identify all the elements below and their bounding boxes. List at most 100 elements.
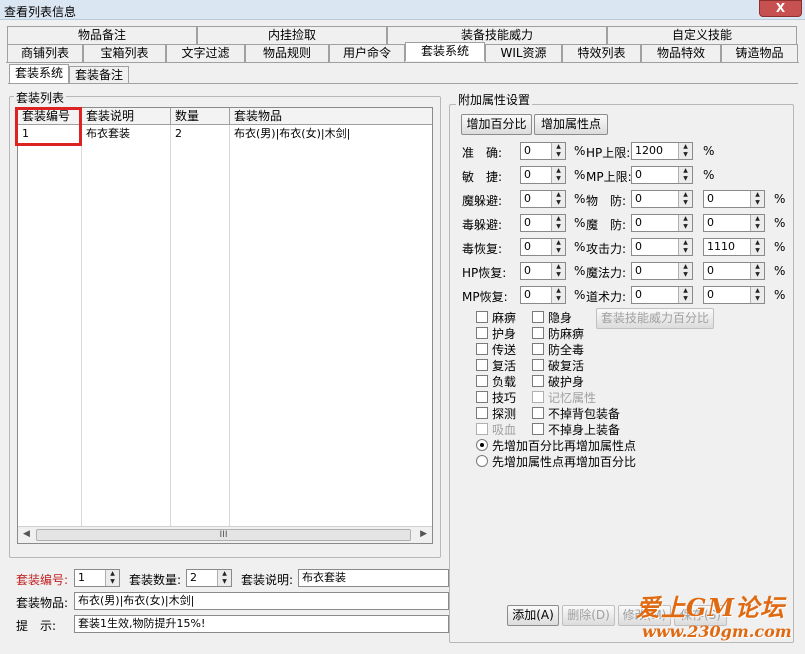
spinner-arrows-icon[interactable]: ▲ ▼ bbox=[678, 287, 692, 303]
checkbox-shield[interactable] bbox=[476, 327, 488, 339]
modify-button[interactable]: 修改(M) bbox=[618, 605, 671, 626]
set-list-table[interactable]: 套装编号 套装说明 数量 套装物品 1 布衣套装 2 布衣(男)|布衣(女)|木… bbox=[17, 107, 433, 544]
spinner-arrows-icon[interactable]: ▲ ▼ bbox=[750, 215, 764, 231]
checkbox-detect[interactable] bbox=[476, 407, 488, 419]
phys-def-min-spinner[interactable]: 0 ▲ ▼ bbox=[631, 190, 693, 208]
tab-forge-items[interactable]: 铸造物品 bbox=[721, 44, 798, 62]
spinner-arrows-icon[interactable]: ▲ ▼ bbox=[750, 263, 764, 279]
column-header-set-desc[interactable]: 套装说明 bbox=[82, 108, 171, 125]
spinner-arrows-icon[interactable]: ▲ ▼ bbox=[678, 143, 692, 159]
checkbox-break-shield[interactable] bbox=[532, 375, 544, 387]
phys-def-max-spinner[interactable]: 0 ▲ ▼ bbox=[703, 190, 765, 208]
checkbox-memory[interactable] bbox=[532, 391, 544, 403]
checkbox-keep-bag[interactable] bbox=[532, 407, 544, 419]
tab-word-filter[interactable]: 文字过滤 bbox=[166, 44, 245, 62]
set-id-spinner[interactable]: 1 ▲ ▼ bbox=[74, 569, 120, 587]
magic-def-max-spinner[interactable]: 0 ▲ ▼ bbox=[703, 214, 765, 232]
close-button[interactable]: X bbox=[759, 0, 802, 17]
agility-spinner[interactable]: 0 ▲ ▼ bbox=[520, 166, 566, 184]
spinner-arrows-icon[interactable]: ▲ ▼ bbox=[678, 167, 692, 183]
subtab-set-notes[interactable]: 套装备注 bbox=[69, 66, 129, 83]
horizontal-scrollbar[interactable]: ◀ III ▶ bbox=[18, 526, 432, 543]
column-header-count[interactable]: 数量 bbox=[171, 108, 230, 125]
table-cell-set-items[interactable]: 布衣(男)|布衣(女)|木剑| bbox=[230, 126, 430, 142]
delete-button[interactable]: 删除(D) bbox=[562, 605, 615, 626]
checkbox-paralyze[interactable] bbox=[476, 311, 488, 323]
subtab-set-system[interactable]: 套装系统 bbox=[9, 64, 69, 83]
radio-points-first[interactable] bbox=[476, 455, 488, 467]
attack-min-spinner[interactable]: 0 ▲ ▼ bbox=[631, 238, 693, 256]
spinner-arrows-icon[interactable]: ▲ ▼ bbox=[551, 239, 565, 255]
spinner-arrows-icon[interactable]: ▲ ▼ bbox=[678, 191, 692, 207]
spinner-arrows-icon[interactable]: ▲ ▼ bbox=[750, 191, 764, 207]
set-items-input[interactable]: 布衣(男)|布衣(女)|木剑| bbox=[74, 592, 449, 610]
tab-set-system[interactable]: 套装系统 bbox=[405, 42, 485, 61]
spinner-arrows-icon[interactable]: ▲ ▼ bbox=[551, 143, 565, 159]
checkbox-skill[interactable] bbox=[476, 391, 488, 403]
checkbox-teleport[interactable] bbox=[476, 343, 488, 355]
checkbox-load[interactable] bbox=[476, 375, 488, 387]
magic-power-max-spinner[interactable]: 0 ▲ ▼ bbox=[703, 262, 765, 280]
table-cell-set-desc[interactable]: 布衣套装 bbox=[82, 126, 170, 142]
spinner-arrows-icon[interactable]: ▲ ▼ bbox=[551, 287, 565, 303]
poison-recover-spinner[interactable]: 0 ▲ ▼ bbox=[520, 238, 566, 256]
mp-recover-spinner[interactable]: 0 ▲ ▼ bbox=[520, 286, 566, 304]
tab-item-effects[interactable]: 物品特效 bbox=[641, 44, 721, 62]
table-cell-count[interactable]: 2 bbox=[171, 126, 229, 142]
column-header-set-items[interactable]: 套装物品 bbox=[230, 108, 432, 125]
taoism-min-spinner[interactable]: 0 ▲ ▼ bbox=[631, 286, 693, 304]
spinner-arrows-icon[interactable]: ▲ ▼ bbox=[551, 263, 565, 279]
spinner-arrows-icon[interactable]: ▲ ▼ bbox=[551, 167, 565, 183]
add-percent-button[interactable]: 增加百分比 bbox=[461, 114, 532, 135]
magic-power-min-spinner[interactable]: 0 ▲ ▼ bbox=[631, 262, 693, 280]
scroll-right-icon[interactable]: ▶ bbox=[420, 529, 427, 539]
spinner-arrows-icon[interactable]: ▲ ▼ bbox=[678, 239, 692, 255]
checkbox-drain[interactable] bbox=[476, 423, 488, 435]
save-button[interactable]: 保存(S) bbox=[674, 605, 727, 626]
hp-max-spinner[interactable]: 1200 ▲ ▼ bbox=[631, 142, 693, 160]
checkbox-keep-equip[interactable] bbox=[532, 423, 544, 435]
magic-dodge-spinner[interactable]: 0 ▲ ▼ bbox=[520, 190, 566, 208]
tab-effects-list[interactable]: 特效列表 bbox=[562, 44, 641, 62]
scroll-thumb[interactable]: III bbox=[36, 529, 411, 541]
spinner-arrows-icon[interactable]: ▲ ▼ bbox=[551, 215, 565, 231]
column-header-set-id[interactable]: 套装编号 bbox=[18, 108, 82, 125]
spinner-arrows-icon[interactable]: ▲ ▼ bbox=[678, 263, 692, 279]
checkbox-invisible[interactable] bbox=[532, 311, 544, 323]
spinner-arrows-icon[interactable]: ▲ ▼ bbox=[750, 239, 764, 255]
magic-def-min-spinner[interactable]: 0 ▲ ▼ bbox=[631, 214, 693, 232]
tab-wil-resources[interactable]: WIL资源 bbox=[485, 44, 562, 62]
poison-dodge-spinner[interactable]: 0 ▲ ▼ bbox=[520, 214, 566, 232]
table-cell-set-id[interactable]: 1 bbox=[18, 126, 81, 142]
accuracy-spinner[interactable]: 0 ▲ ▼ bbox=[520, 142, 566, 160]
checkbox-anti-poison[interactable] bbox=[532, 343, 544, 355]
add-points-button[interactable]: 增加属性点 bbox=[534, 114, 608, 135]
scroll-left-icon[interactable]: ◀ bbox=[23, 529, 30, 539]
checkbox-break-revive[interactable] bbox=[532, 359, 544, 371]
hp-recover-spinner[interactable]: 0 ▲ ▼ bbox=[520, 262, 566, 280]
spinner-arrows-icon[interactable]: ▲ ▼ bbox=[217, 570, 231, 586]
checkbox-anti-paralyze[interactable] bbox=[532, 327, 544, 339]
tab-user-commands[interactable]: 用户命令 bbox=[329, 44, 405, 62]
spinner-arrows-icon[interactable]: ▲ ▼ bbox=[105, 570, 119, 586]
agility-value: 0 bbox=[524, 168, 531, 181]
mp-max-spinner[interactable]: 0 ▲ ▼ bbox=[631, 166, 693, 184]
spinner-arrows-icon[interactable]: ▲ ▼ bbox=[750, 287, 764, 303]
set-desc-input[interactable]: 布衣套装 bbox=[298, 569, 449, 587]
attack-max-spinner[interactable]: 1110 ▲ ▼ bbox=[703, 238, 765, 256]
spinner-arrows-icon[interactable]: ▲ ▼ bbox=[678, 215, 692, 231]
add-button[interactable]: 添加(A) bbox=[507, 605, 559, 626]
radio-percent-first[interactable] bbox=[476, 439, 488, 451]
tab-custom-skill[interactable]: 自定义技能 bbox=[607, 26, 797, 44]
taoism-max-spinner[interactable]: 0 ▲ ▼ bbox=[703, 286, 765, 304]
skill-power-percent-button[interactable]: 套装技能威力百分比 bbox=[596, 308, 714, 329]
checkbox-revive[interactable] bbox=[476, 359, 488, 371]
set-count-spinner[interactable]: 2 ▲ ▼ bbox=[186, 569, 232, 587]
tab-shop-list[interactable]: 商铺列表 bbox=[7, 44, 83, 62]
tab-item-rules[interactable]: 物品规则 bbox=[245, 44, 329, 62]
tip-input[interactable]: 套装1生效,物防提升15%! bbox=[74, 615, 449, 633]
tab-chest-list[interactable]: 宝箱列表 bbox=[83, 44, 166, 62]
tab-item-notes[interactable]: 物品备注 bbox=[7, 26, 197, 44]
spinner-arrows-icon[interactable]: ▲ ▼ bbox=[551, 191, 565, 207]
tab-auto-pickup[interactable]: 内挂捡取 bbox=[197, 26, 387, 44]
